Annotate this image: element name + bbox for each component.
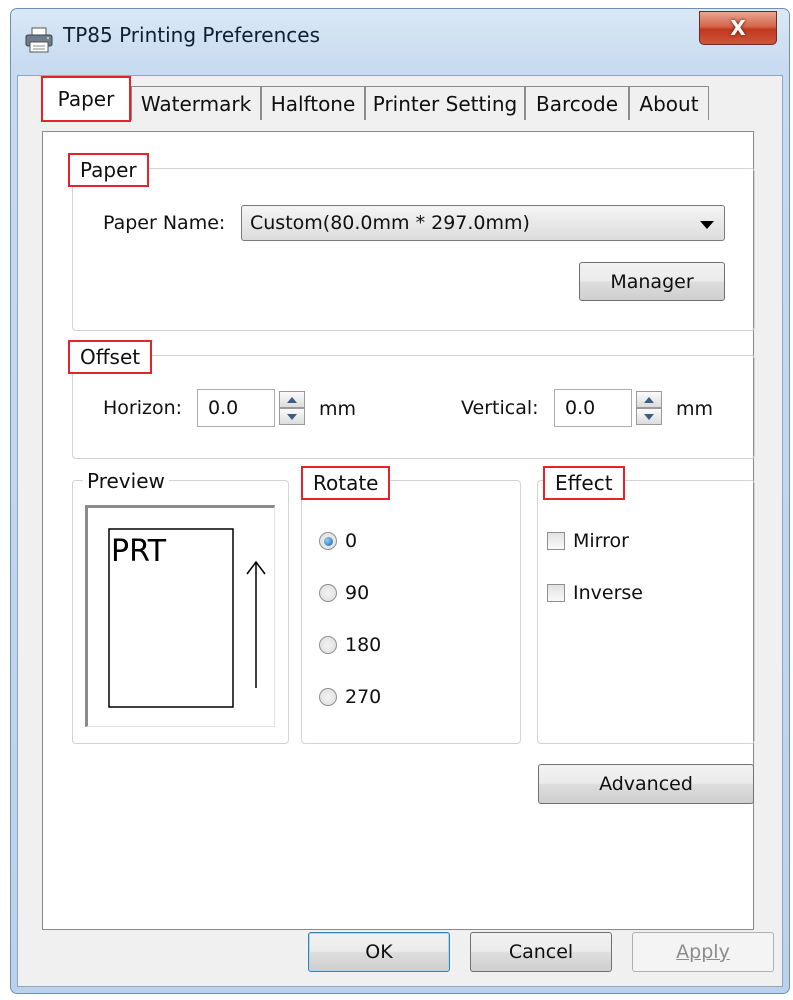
horizon-unit: mm	[319, 398, 357, 420]
vertical-input[interactable]: 0.0	[554, 389, 632, 427]
radio-icon[interactable]	[319, 584, 337, 602]
checkbox-icon[interactable]	[547, 584, 565, 602]
spin-down-icon[interactable]	[636, 408, 662, 425]
preview-sample-text: PRT	[111, 534, 167, 569]
rotate-option-90[interactable]: 90	[319, 582, 369, 604]
close-icon: X	[730, 16, 746, 40]
tab-watermark[interactable]: Watermark	[131, 86, 261, 120]
offset-group-legend: Offset	[68, 340, 153, 374]
apply-button[interactable]: Apply	[632, 932, 774, 972]
manager-button[interactable]: Manager	[579, 262, 725, 301]
tab-barcode[interactable]: Barcode	[525, 86, 629, 120]
horizon-input[interactable]: 0.0	[197, 389, 275, 427]
title-bar: TP85 Printing Preferences X	[11, 9, 789, 71]
paper-group-legend: Paper	[68, 153, 149, 187]
vertical-label: Vertical:	[461, 397, 539, 419]
preview-pane: PRT	[85, 505, 275, 727]
dialog-client-area: Paper Watermark Halftone Printer Setting…	[17, 75, 783, 987]
inverse-checkbox[interactable]: Inverse	[547, 582, 643, 604]
rotate-option-180[interactable]: 180	[319, 634, 381, 656]
chevron-down-icon	[700, 221, 714, 229]
close-button[interactable]: X	[699, 11, 777, 45]
rotate-option-270[interactable]: 270	[319, 686, 381, 708]
horizon-label: Horizon:	[103, 397, 183, 419]
paper-name-value: Custom(80.0mm * 297.0mm)	[250, 212, 530, 234]
printer-icon	[25, 27, 53, 53]
vertical-unit: mm	[676, 398, 714, 420]
advanced-button[interactable]: Advanced	[538, 764, 754, 804]
checkbox-icon[interactable]	[547, 532, 565, 550]
window-title: TP85 Printing Preferences	[63, 23, 321, 47]
spin-up-icon[interactable]	[279, 391, 305, 408]
vertical-spinner[interactable]	[636, 391, 662, 425]
horizon-spinner[interactable]	[279, 391, 305, 425]
radio-icon[interactable]	[319, 688, 337, 706]
cancel-button[interactable]: Cancel	[470, 932, 612, 972]
effect-group-legend: Effect	[543, 466, 625, 500]
rotate-option-0[interactable]: 0	[319, 530, 357, 552]
paper-name-label: Paper Name:	[103, 212, 226, 234]
tab-printer-setting[interactable]: Printer Setting	[365, 86, 525, 120]
printing-preferences-window: TP85 Printing Preferences X Paper Waterm…	[10, 8, 790, 994]
tab-paper[interactable]: Paper	[41, 76, 131, 122]
preview-drawing: PRT	[108, 528, 266, 708]
ok-button[interactable]: OK	[308, 932, 450, 972]
effect-group	[537, 480, 755, 744]
paper-name-combo[interactable]: Custom(80.0mm * 297.0mm)	[241, 205, 725, 241]
tab-about[interactable]: About	[629, 86, 709, 120]
spin-down-icon[interactable]	[279, 408, 305, 425]
paper-tab-page: Paper Paper Name: Custom(80.0mm * 297.0m…	[42, 131, 755, 930]
preview-group-legend: Preview	[83, 469, 169, 493]
spin-up-icon[interactable]	[636, 391, 662, 408]
tab-halftone[interactable]: Halftone	[261, 86, 365, 120]
mirror-checkbox[interactable]: Mirror	[547, 530, 629, 552]
radio-icon[interactable]	[319, 636, 337, 654]
paper-group	[72, 168, 755, 331]
radio-selected-icon[interactable]	[319, 532, 337, 550]
rotate-group-legend: Rotate	[301, 466, 391, 500]
